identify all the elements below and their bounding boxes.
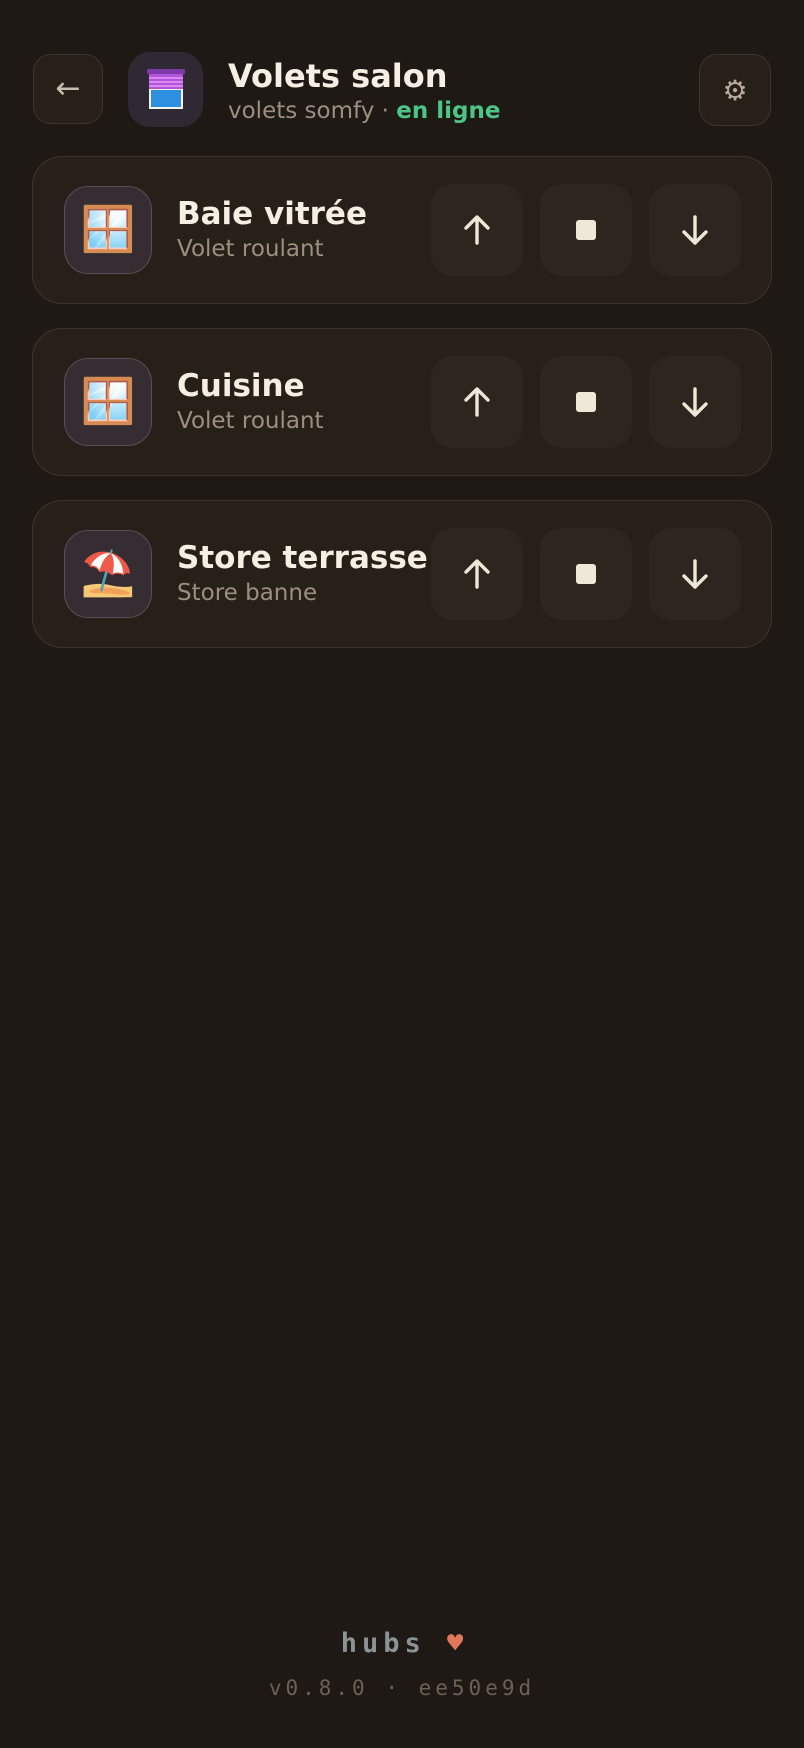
device-name: Cuisine [177, 368, 305, 404]
arrow-down-icon [682, 387, 708, 417]
arrow-up-icon [464, 387, 490, 417]
device-card-store-terrasse: ⛱️ Store terrasse Store banne [32, 500, 772, 648]
device-name: Baie vitrée [177, 196, 367, 232]
device-controls [431, 184, 741, 276]
arrow-down-icon [682, 215, 708, 245]
window-icon: 🪟 [64, 358, 152, 446]
version-label: v0.8.0 · ee50e9d [268, 1676, 536, 1700]
arrow-down-icon [682, 559, 708, 589]
device-name: Store terrasse [177, 540, 428, 576]
status-badge: en ligne [396, 98, 501, 124]
footer-brand: hubs ♥ [0, 1624, 804, 1664]
device-card-baie-vitree: 🪟 Baie vitrée Volet roulant [32, 156, 772, 304]
open-button[interactable] [431, 356, 523, 448]
arrow-left-icon: ← [55, 71, 81, 106]
brand-name: hubs [340, 1628, 426, 1659]
device-card-cuisine: 🪟 Cuisine Volet roulant [32, 328, 772, 476]
subtitle-separator: · [381, 98, 389, 124]
footer: hubs ♥ v0.8.0 · ee50e9d [0, 1624, 804, 1708]
device-type: Volet roulant [177, 408, 324, 434]
open-button[interactable] [431, 184, 523, 276]
window-icon: 🪟 [64, 186, 152, 274]
open-button[interactable] [431, 528, 523, 620]
arrow-up-icon [464, 559, 490, 589]
beach-umbrella-icon: ⛱️ [64, 530, 152, 618]
window-blind-icon [128, 52, 203, 127]
stop-icon [576, 564, 596, 584]
stop-button[interactable] [540, 528, 632, 620]
device-controls [431, 356, 741, 448]
device-brand-label: volets somfy [228, 98, 375, 124]
device-controls [431, 528, 741, 620]
close-button[interactable] [649, 184, 741, 276]
title-block: Volets salon volets somfy · en ligne [228, 56, 500, 126]
stop-icon [576, 392, 596, 412]
stop-icon [576, 220, 596, 240]
close-button[interactable] [649, 356, 741, 448]
settings-button[interactable]: ⚙ [699, 54, 771, 126]
back-button[interactable]: ← [33, 54, 103, 124]
page-subtitle: volets somfy · en ligne [228, 96, 500, 126]
header: ← Volets salon volets somfy · en ligne ⚙ [33, 52, 771, 127]
gear-icon: ⚙ [722, 73, 748, 107]
device-type: Volet roulant [177, 236, 324, 262]
heart-icon: ♥ [447, 1628, 464, 1659]
arrow-up-icon [464, 215, 490, 245]
device-list: 🪟 Baie vitrée Volet roulant 🪟 Cuisine Vo… [32, 156, 772, 672]
close-button[interactable] [649, 528, 741, 620]
page-title: Volets salon [228, 57, 448, 95]
stop-button[interactable] [540, 184, 632, 276]
stop-button[interactable] [540, 356, 632, 448]
device-type: Store banne [177, 580, 318, 606]
